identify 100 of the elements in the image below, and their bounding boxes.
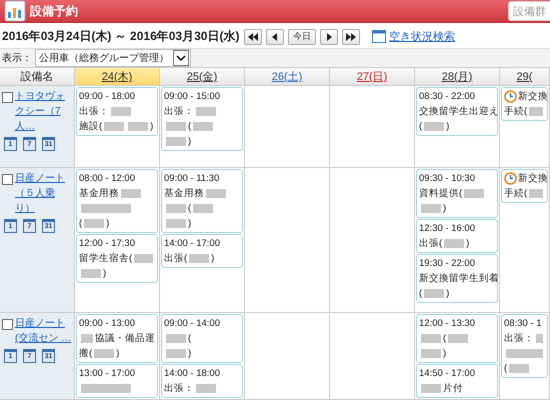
day-header-link[interactable]: 24(木) bbox=[102, 69, 132, 84]
event-text: ( bbox=[79, 217, 82, 231]
day-header-link[interactable]: 27(日) bbox=[356, 69, 388, 84]
event-text: 基金用務 bbox=[79, 187, 119, 201]
event-text: 資料提供( bbox=[419, 187, 462, 201]
redacted-text bbox=[424, 289, 444, 298]
redacted-text bbox=[81, 384, 131, 393]
event-text: ( bbox=[443, 332, 446, 346]
availability-search-link[interactable]: 空き状況検索 bbox=[389, 29, 455, 44]
redacted-text bbox=[421, 204, 441, 213]
event-time: 09:00 - 11:30 bbox=[164, 172, 220, 186]
redacted-text bbox=[506, 349, 543, 358]
event-text: ) bbox=[443, 202, 446, 216]
redacted-text bbox=[421, 349, 441, 358]
event-text: 出張( bbox=[419, 237, 442, 251]
event-text: 搬( bbox=[79, 347, 92, 361]
event-time: 09:30 - 10:30 bbox=[419, 172, 476, 186]
event-text: ) bbox=[443, 347, 446, 361]
event-card[interactable]: 12:00 - 13:30 ( ) bbox=[416, 314, 498, 363]
event-card[interactable]: 09:00 - 15:00 出張： ( ) bbox=[161, 87, 243, 151]
facility-link[interactable]: 日産ノート(交流セン … bbox=[15, 316, 72, 346]
redacted-text bbox=[121, 189, 141, 198]
event-card[interactable]: 14:00 - 17:00 出張( ) bbox=[161, 234, 243, 268]
event-text: 出張： bbox=[164, 382, 194, 396]
event-card[interactable]: 14:00 - 18:00 出張： bbox=[161, 364, 243, 398]
redacted-text bbox=[189, 254, 210, 263]
display-select[interactable]: 公用車（総務グループ管理） bbox=[35, 49, 191, 67]
facility-link[interactable]: 日産ノート（５人乗り） bbox=[15, 171, 72, 216]
event-text: 新交換留学生到着 bbox=[419, 272, 499, 286]
event-text: 出張： bbox=[79, 105, 109, 119]
event-text: ) bbox=[446, 287, 450, 301]
event-card[interactable]: 09:30 - 10:30 資料提供( ) bbox=[416, 169, 498, 218]
clock-icon bbox=[504, 90, 517, 103]
event-text: ) bbox=[211, 252, 214, 266]
event-text: ) bbox=[103, 267, 106, 281]
redacted-text bbox=[166, 122, 186, 131]
day-header-link[interactable]: 25(金) bbox=[186, 69, 218, 84]
event-time: 12:30 - 16:00 bbox=[419, 222, 476, 236]
event-time: 08:30 - 1 bbox=[504, 317, 542, 331]
event-card[interactable]: 12:30 - 16:00 出張( ) bbox=[416, 219, 498, 253]
event-text: ) bbox=[446, 120, 450, 134]
redacted-text bbox=[529, 189, 543, 198]
redacted-text bbox=[128, 122, 148, 131]
redacted-text bbox=[196, 384, 216, 393]
event-time: 12:00 - 17:30 bbox=[79, 237, 136, 251]
day-header-link[interactable]: 29( bbox=[516, 70, 532, 82]
event-text: 手続( bbox=[504, 105, 528, 119]
event-card[interactable]: 新交換 手続( bbox=[501, 87, 548, 121]
redacted-text bbox=[444, 239, 464, 248]
event-card[interactable]: 09:00 - 18:00 出張： 施設( ) bbox=[76, 87, 158, 136]
window-icon bbox=[372, 30, 386, 43]
event-time: 12:00 - 13:30 bbox=[419, 317, 476, 331]
facility-link[interactable]: トヨタヴォクシー（7人… bbox=[15, 89, 72, 134]
event-card[interactable]: 13:00 - 17:00 bbox=[76, 364, 158, 398]
event-text: ( bbox=[419, 287, 422, 301]
event-time: 09:00 - 15:00 bbox=[164, 90, 221, 104]
event-text: ( bbox=[188, 202, 192, 216]
checkbox[interactable] bbox=[2, 319, 13, 330]
event-card[interactable]: 09:00 - 13:00 協議・備品運 搬( ) bbox=[76, 314, 158, 363]
checkbox[interactable] bbox=[2, 92, 13, 103]
event-text: ) bbox=[188, 347, 192, 361]
event-text: ( bbox=[419, 120, 422, 134]
redacted-text bbox=[81, 334, 93, 343]
redacted-text bbox=[104, 122, 124, 131]
redacted-text bbox=[529, 107, 543, 116]
previous-button[interactable] bbox=[266, 28, 284, 44]
event-text: 留学生宿舎( bbox=[79, 252, 132, 266]
event-card[interactable]: 12:00 - 17:30 留学生宿舎( ) bbox=[76, 234, 158, 283]
day-header-link[interactable]: 26(土) bbox=[272, 69, 302, 84]
redacted-text bbox=[421, 334, 441, 343]
event-card[interactable]: 08:30 - 1 出張： ( bbox=[501, 314, 548, 378]
redacted-text bbox=[81, 269, 101, 278]
event-card[interactable]: 14:50 - 17:00 片付 bbox=[416, 364, 498, 398]
event-card[interactable]: 19:30 - 22:00 新交換留学生到着 ( ) bbox=[416, 254, 498, 303]
today-button[interactable]: 今日 bbox=[288, 28, 316, 44]
event-text: ( bbox=[188, 332, 192, 346]
redacted-text bbox=[206, 189, 226, 198]
event-text: 出張： bbox=[504, 332, 534, 346]
event-text: 出張( bbox=[164, 252, 188, 266]
event-card[interactable]: 08:30 - 22:00 交換留学生出迎え ( ) bbox=[416, 87, 498, 136]
column-header: 設備名 bbox=[0, 68, 75, 86]
first-week-button[interactable] bbox=[244, 28, 262, 44]
event-time: 09:00 - 14:00 bbox=[164, 317, 221, 331]
redacted-text bbox=[166, 349, 186, 358]
event-text: ) bbox=[466, 237, 470, 251]
checkbox[interactable] bbox=[2, 174, 13, 185]
redacted-text bbox=[193, 122, 214, 131]
day-header-link[interactable]: 28(月) bbox=[442, 69, 472, 84]
event-card[interactable]: 08:00 - 12:00 基金用務 ( ) bbox=[76, 169, 158, 233]
next-button[interactable] bbox=[320, 28, 338, 44]
event-card[interactable]: 09:00 - 14:00 ( ) bbox=[161, 314, 243, 363]
clock-icon bbox=[504, 172, 517, 185]
event-text: ) bbox=[106, 217, 110, 231]
event-text: 新交換 bbox=[518, 90, 548, 104]
event-text: 新交換 bbox=[518, 172, 548, 186]
last-week-button[interactable] bbox=[342, 28, 360, 44]
event-text: 施設( bbox=[79, 120, 102, 134]
event-card[interactable]: 09:00 - 11:30 基金用務 ( ) bbox=[161, 169, 243, 233]
event-card[interactable]: 新交換 手続( bbox=[501, 169, 548, 203]
event-text: 出張： bbox=[164, 105, 194, 119]
